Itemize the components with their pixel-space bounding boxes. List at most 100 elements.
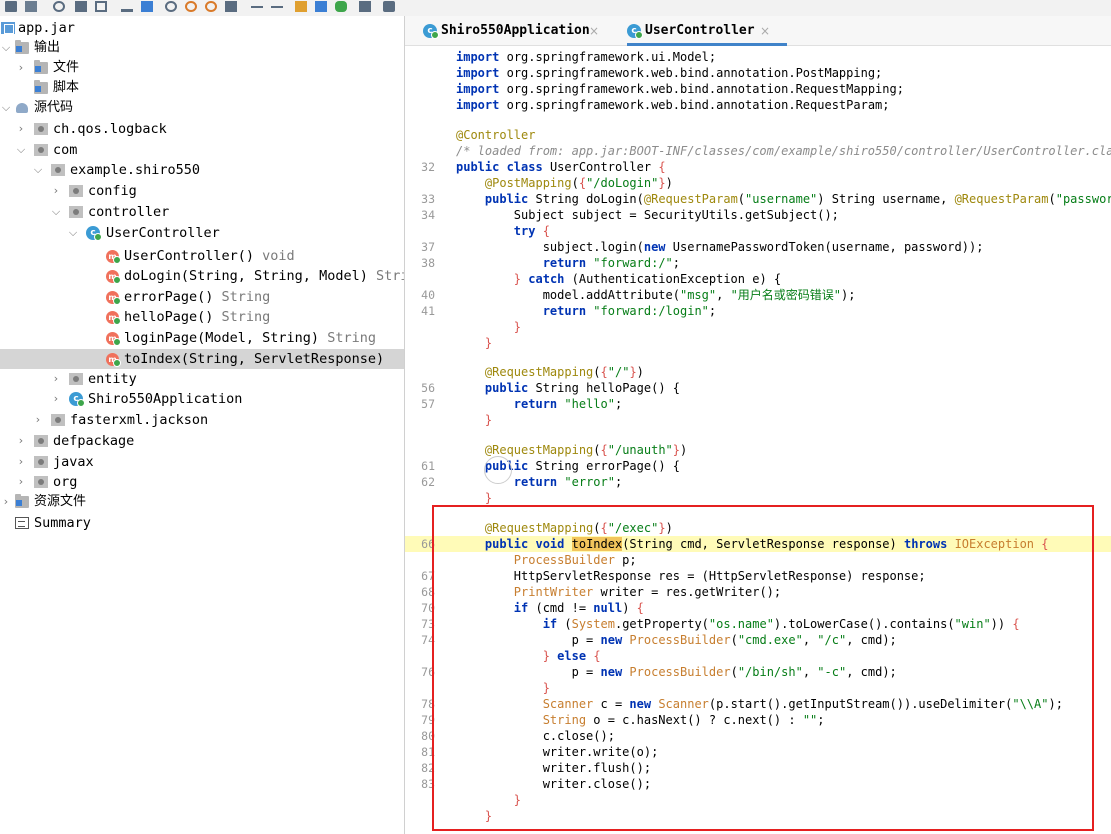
export-icon[interactable] xyxy=(92,0,110,14)
search-icon[interactable] xyxy=(162,0,180,14)
chevron-down-icon[interactable]: ⌵ xyxy=(50,202,62,222)
tree-item-org[interactable]: › org xyxy=(0,472,404,492)
jar-icon xyxy=(1,22,15,34)
code-line-highlighted: 66 public void toIndex(String cmd, Servl… xyxy=(405,536,1111,552)
package-icon xyxy=(34,123,48,135)
chevron-down-icon[interactable]: ⌵ xyxy=(15,140,27,160)
tree-item-example-shiro550[interactable]: ⌵ example.shiro550 xyxy=(0,160,404,180)
tree-item-resources[interactable]: › 资源文件 xyxy=(0,492,404,512)
code-editor[interactable]: import org.springframework.ui.Model; imp… xyxy=(405,46,1111,834)
chevron-right-icon[interactable]: › xyxy=(15,431,27,451)
tree-item-shiro550-application[interactable]: › c Shiro550Application xyxy=(0,389,404,409)
code-line: } xyxy=(484,809,493,823)
chevron-right-icon[interactable]: › xyxy=(15,119,27,139)
method-icon: m xyxy=(106,311,121,325)
bug-icon[interactable] xyxy=(332,0,350,14)
settings-icon[interactable] xyxy=(380,0,398,14)
package-icon xyxy=(34,435,48,447)
tree-item-jackson[interactable]: › fasterxml.jackson xyxy=(0,410,404,430)
chevron-down-icon[interactable]: ⌵ xyxy=(0,38,12,58)
code-line: 79 String o = c.hasNext() ? c.next() : "… xyxy=(421,713,825,727)
tree-item-method[interactable]: m doLogin(String, String, Model) String xyxy=(0,266,404,286)
chevron-right-icon[interactable]: › xyxy=(50,389,62,409)
tree-item-com[interactable]: ⌵ com xyxy=(0,140,404,160)
tab-shiro550-application[interactable]: c Shiro550Application × xyxy=(423,16,608,46)
package-icon xyxy=(69,185,83,197)
code-line: 70 if (cmd != null) { xyxy=(421,601,644,615)
tab-user-controller[interactable]: c UserController × xyxy=(627,16,787,46)
code-line: 38 return "forward:/"; xyxy=(421,256,681,270)
code-line: 74 p = new ProcessBuilder("cmd.exe", "/c… xyxy=(421,633,897,647)
package-icon xyxy=(51,164,65,176)
method-icon: m xyxy=(106,332,121,346)
code-line: /* loaded from: app.jar:BOOT-INF/classes… xyxy=(456,144,1111,158)
tree-item-config[interactable]: › config xyxy=(0,181,404,201)
tree-item-method[interactable]: m loginPage(Model, String) String xyxy=(0,328,404,348)
main-toolbar xyxy=(0,0,1111,16)
delete-icon[interactable] xyxy=(356,0,374,14)
class-icon: c xyxy=(423,24,439,39)
tree-item-summary[interactable]: Summary xyxy=(0,513,404,533)
tree-item-logback[interactable]: › ch.qos.logback xyxy=(0,119,404,139)
tree-item-defpackage[interactable]: › defpackage xyxy=(0,431,404,451)
tree-item-output[interactable]: ⌵ 输出 xyxy=(0,38,404,58)
tree-item-files[interactable]: › 文件 xyxy=(0,58,404,78)
analysis-icon[interactable] xyxy=(312,0,330,14)
code-line: import org.springframework.web.bind.anno… xyxy=(456,66,883,80)
open-folder-icon[interactable] xyxy=(2,0,20,14)
summary-icon xyxy=(15,517,29,529)
code-line: 81 writer.write(o); xyxy=(421,745,659,759)
tree-item-method[interactable]: m UserController() void xyxy=(0,246,404,266)
tree-item-source[interactable]: ⌵ 源代码 xyxy=(0,98,404,118)
code-line: } xyxy=(484,336,493,350)
find-usages-icon[interactable] xyxy=(182,0,200,14)
tree-item-method-selected[interactable]: m toIndex(String, ServletResponse) xyxy=(0,349,404,369)
code-line: 32 public class UserController { xyxy=(421,160,666,174)
tree-item-controller[interactable]: ⌵ controller xyxy=(0,202,404,222)
class-icon: c xyxy=(86,226,102,241)
tree-item-user-controller[interactable]: ⌵ c UserController xyxy=(0,223,404,243)
method-icon: m xyxy=(106,270,121,284)
chevron-right-icon[interactable]: › xyxy=(15,58,27,78)
code-line: 56 public String helloPage() { xyxy=(421,381,680,395)
chevron-right-icon[interactable]: › xyxy=(50,369,62,389)
chevron-right-icon[interactable]: › xyxy=(32,410,44,430)
save-icon[interactable] xyxy=(72,0,90,14)
chevron-right-icon[interactable]: › xyxy=(50,181,62,201)
code-line: } xyxy=(513,793,522,807)
forward-icon[interactable] xyxy=(268,0,286,14)
method-icon: m xyxy=(106,353,121,367)
tree-item-entity[interactable]: › entity xyxy=(0,369,404,389)
code-line: } xyxy=(484,413,493,427)
tree-item-method[interactable]: m helloPage() String xyxy=(0,307,404,327)
chevron-down-icon[interactable]: ⌵ xyxy=(67,223,79,243)
code-line: 34 Subject subject = SecurityUtils.getSu… xyxy=(421,208,839,222)
code-line: } xyxy=(542,681,550,695)
close-icon[interactable]: × xyxy=(760,16,770,46)
code-line: } xyxy=(484,491,493,505)
code-line: } catch (AuthenticationException e) { xyxy=(513,272,782,286)
chevron-right-icon[interactable]: › xyxy=(0,492,12,512)
chevron-down-icon[interactable]: ⌵ xyxy=(0,98,12,118)
tree-item-scripts[interactable]: 脚本 xyxy=(0,78,404,98)
find-in-path-icon[interactable] xyxy=(202,0,220,14)
chevron-right-icon[interactable]: › xyxy=(15,472,27,492)
editor-tab-bar: c Shiro550Application × c UserController… xyxy=(405,16,1111,46)
code-line: 62 return "error"; xyxy=(421,475,623,489)
tree-item-javax[interactable]: › javax xyxy=(0,452,404,472)
decompile-icon[interactable] xyxy=(292,0,310,14)
code-line: 61 public String errorPage() { xyxy=(421,459,680,473)
home-icon[interactable] xyxy=(222,0,240,14)
tree-item-method[interactable]: m errorPage() String xyxy=(0,287,404,307)
back-icon[interactable] xyxy=(248,0,266,14)
close-icon[interactable]: × xyxy=(589,16,599,46)
tree-item-app-jar[interactable]: app.jar xyxy=(0,18,404,38)
code-line: 68 PrintWriter writer = res.getWriter(); xyxy=(421,585,782,599)
structure-icon[interactable] xyxy=(138,0,156,14)
chevron-right-icon[interactable]: › xyxy=(15,452,27,472)
save-all-icon[interactable] xyxy=(22,0,40,14)
folder-icon xyxy=(34,80,48,94)
sync-icon[interactable] xyxy=(50,0,68,14)
upload-icon[interactable] xyxy=(118,0,136,14)
chevron-down-icon[interactable]: ⌵ xyxy=(32,160,44,180)
